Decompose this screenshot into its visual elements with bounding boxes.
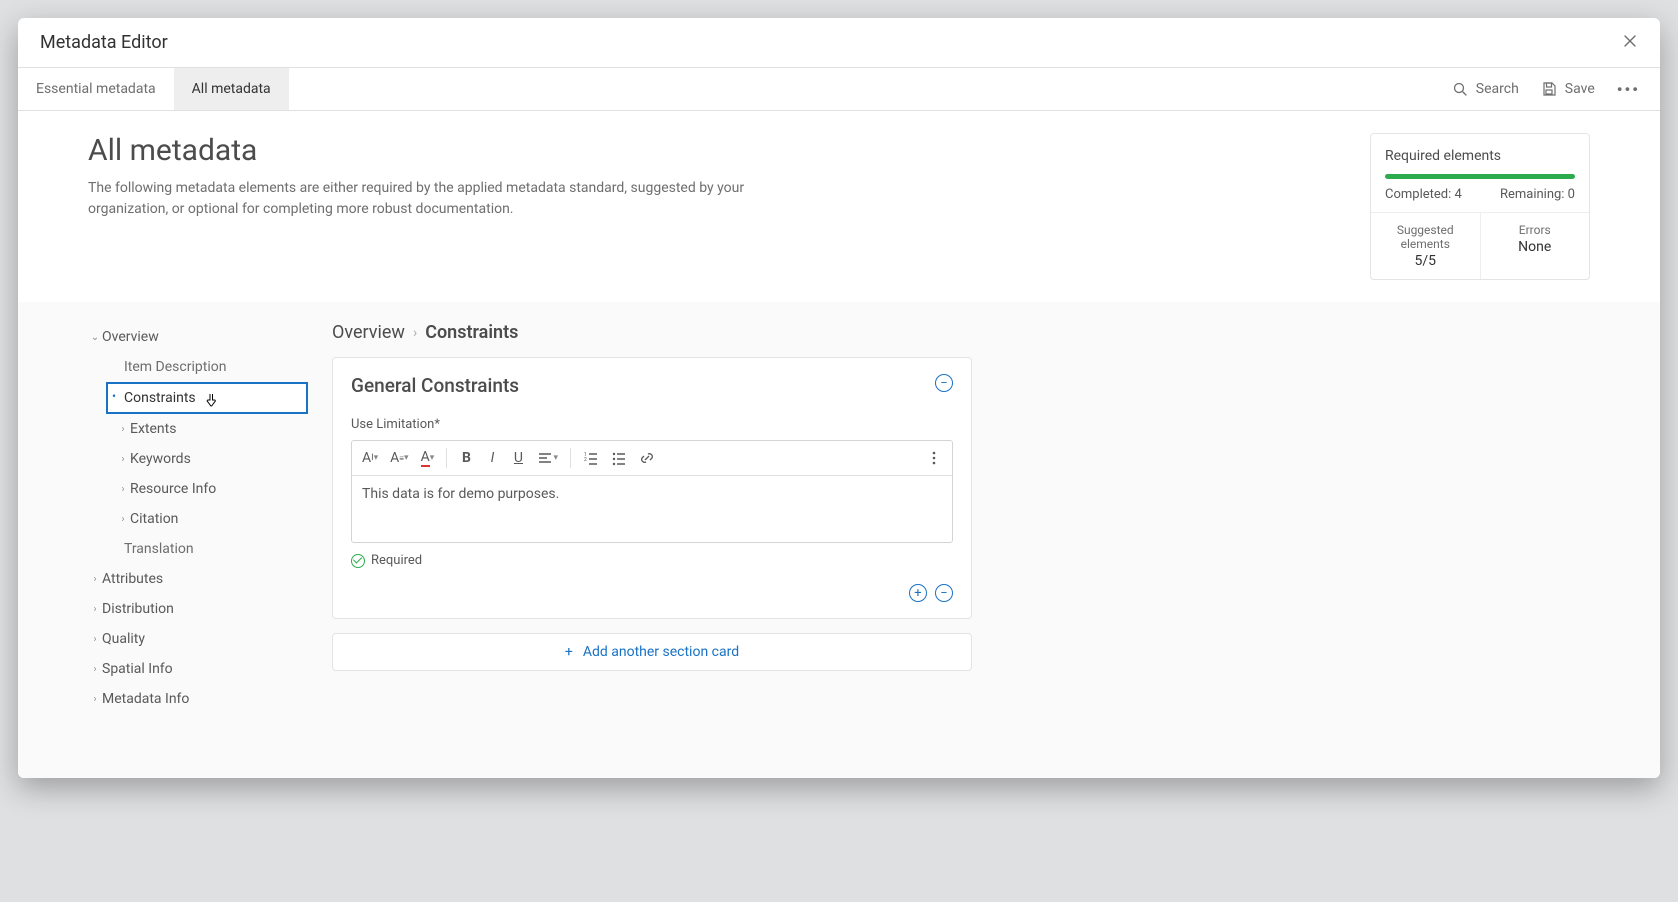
progress-bar — [1385, 174, 1575, 179]
search-button[interactable]: Search — [1452, 81, 1519, 97]
tab-actions: Search Save ••• — [1452, 80, 1660, 99]
suggested-value: 5/5 — [1377, 253, 1474, 269]
italic-button[interactable]: I — [481, 446, 503, 470]
add-item-button[interactable]: + — [909, 584, 927, 602]
nav-translation[interactable]: Translation — [106, 534, 308, 564]
editor-window: Metadata Editor Essential metadata All m… — [18, 18, 1660, 778]
status-card: Required elements Completed: 4 Remaining… — [1370, 133, 1590, 280]
status-title: Required elements — [1385, 148, 1575, 164]
link-icon — [639, 450, 655, 466]
ordered-list-button[interactable]: 12 — [579, 446, 603, 470]
nav-keywords[interactable]: › Keywords — [106, 444, 308, 474]
kebab-icon — [926, 450, 942, 466]
chevron-right-icon: › — [88, 694, 102, 705]
save-button[interactable]: Save — [1541, 81, 1595, 97]
required-label: Required — [371, 553, 422, 568]
tab-all-metadata[interactable]: All metadata — [174, 68, 289, 110]
font-size-button[interactable]: A≡ — [386, 446, 412, 470]
align-button[interactable] — [533, 446, 562, 470]
remove-item-button[interactable]: − — [935, 584, 953, 602]
chevron-right-icon: › — [88, 574, 102, 585]
tabs: Essential metadata All metadata — [18, 68, 289, 110]
bold-button[interactable]: B — [455, 446, 477, 470]
intro-row: All metadata The following metadata elem… — [18, 111, 1660, 302]
editor-toolbar: AI A≡ A B I U 12 — [352, 441, 952, 476]
link-button[interactable] — [635, 446, 659, 470]
save-label: Save — [1565, 81, 1595, 97]
save-icon — [1541, 81, 1557, 97]
chevron-right-icon: › — [88, 634, 102, 645]
card-title: General Constraints — [351, 374, 519, 397]
tab-essential-metadata[interactable]: Essential metadata — [18, 68, 174, 110]
add-section-label: Add another section card — [583, 644, 739, 660]
search-icon — [1452, 81, 1468, 97]
chevron-right-icon: › — [88, 664, 102, 675]
ol-icon: 12 — [583, 450, 599, 466]
add-section-button[interactable]: + Add another section card — [332, 633, 972, 671]
suggested-label: Suggested elements — [1377, 223, 1474, 251]
tabbar: Essential metadata All metadata Search S… — [18, 68, 1660, 111]
svg-text:2: 2 — [584, 457, 587, 463]
page-heading: All metadata — [88, 133, 808, 168]
errors-value: None — [1487, 239, 1584, 255]
breadcrumb-root[interactable]: Overview — [332, 322, 405, 343]
constraints-card: General Constraints − Use Limitation* AI… — [332, 357, 972, 619]
nav-metadata-info[interactable]: › Metadata Info — [88, 684, 308, 714]
nav-item-description[interactable]: Item Description — [106, 352, 308, 382]
chevron-right-icon: › — [116, 454, 130, 465]
nav-attributes[interactable]: › Attributes — [88, 564, 308, 594]
chevron-right-icon: › — [116, 424, 130, 435]
side-nav: ⌄ Overview Item Description Constraints … — [88, 314, 308, 748]
nav-spatial-info[interactable]: › Spatial Info — [88, 654, 308, 684]
check-circle-icon — [351, 554, 365, 568]
align-icon — [537, 450, 553, 466]
nav-distribution[interactable]: › Distribution — [88, 594, 308, 624]
nav-overview-children: Item Description Constraints › Extents ›… — [106, 352, 308, 564]
font-color-button[interactable]: A — [416, 446, 438, 470]
chevron-right-icon: › — [413, 325, 417, 341]
cursor-icon — [204, 392, 220, 414]
chevron-right-icon: › — [116, 484, 130, 495]
field-label-use-limitation: Use Limitation* — [351, 417, 953, 432]
nav-overview[interactable]: ⌄ Overview — [88, 322, 308, 352]
status-errors: Errors None — [1481, 213, 1590, 279]
status-completed: Completed: 4 — [1385, 187, 1462, 202]
unordered-list-button[interactable] — [607, 446, 631, 470]
status-suggested: Suggested elements 5/5 — [1371, 213, 1481, 279]
card-footer: + − — [351, 584, 953, 602]
plus-icon: + — [565, 644, 573, 660]
errors-label: Errors — [1487, 223, 1584, 237]
content-area: ⌄ Overview Item Description Constraints … — [18, 302, 1660, 778]
breadcrumb-leaf: Constraints — [425, 322, 518, 343]
ul-icon — [611, 450, 627, 466]
window-title: Metadata Editor — [40, 32, 168, 53]
editor-content[interactable]: This data is for demo purposes. — [352, 476, 952, 542]
chevron-right-icon: › — [116, 514, 130, 525]
editor-more-button[interactable] — [922, 446, 946, 470]
page-description: The following metadata elements are eith… — [88, 178, 808, 220]
chevron-down-icon: ⌄ — [88, 332, 102, 343]
chevron-right-icon: › — [88, 604, 102, 615]
font-family-button[interactable]: AI — [358, 446, 382, 470]
intro-text: All metadata The following metadata elem… — [88, 133, 808, 280]
search-label: Search — [1476, 81, 1519, 97]
nav-extents[interactable]: › Extents — [106, 414, 308, 444]
close-icon — [1622, 33, 1638, 49]
titlebar: Metadata Editor — [18, 18, 1660, 68]
nav-constraints[interactable]: Constraints — [106, 382, 308, 414]
required-indicator: Required — [351, 553, 953, 568]
underline-button[interactable]: U — [507, 446, 529, 470]
collapse-card-button[interactable]: − — [935, 374, 953, 392]
nav-resource-info[interactable]: › Resource Info — [106, 474, 308, 504]
main-panel: Overview › Constraints General Constrain… — [332, 314, 972, 748]
nav-quality[interactable]: › Quality — [88, 624, 308, 654]
rich-text-editor: AI A≡ A B I U 12 — [351, 440, 953, 543]
breadcrumb: Overview › Constraints — [332, 322, 972, 343]
status-remaining: Remaining: 0 — [1500, 187, 1575, 202]
nav-citation[interactable]: › Citation — [106, 504, 308, 534]
close-button[interactable] — [1622, 33, 1638, 53]
more-menu-button[interactable]: ••• — [1617, 80, 1640, 99]
body: All metadata The following metadata elem… — [18, 111, 1660, 778]
